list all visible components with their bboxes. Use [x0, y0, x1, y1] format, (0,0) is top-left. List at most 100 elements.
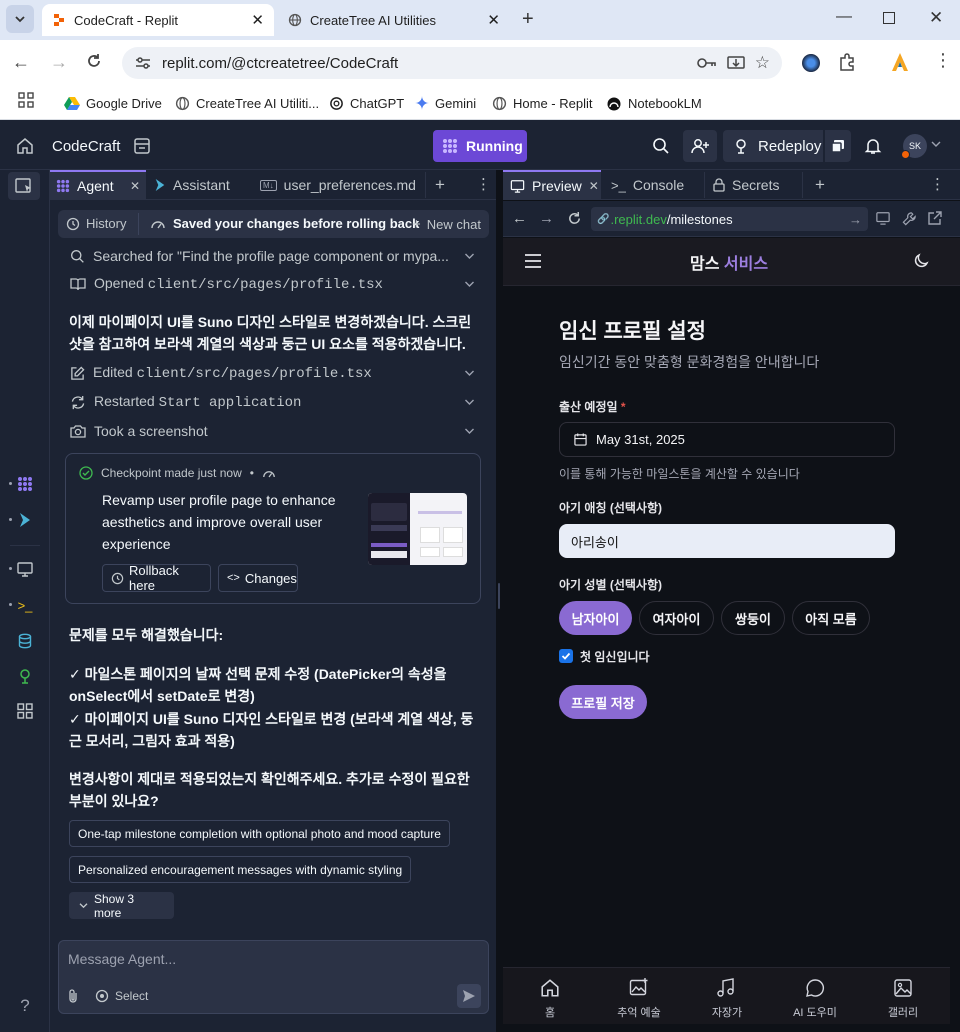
first-pregnancy-checkbox[interactable]: [559, 649, 573, 663]
step-edited[interactable]: Edited client/src/pages/profile.tsx: [70, 362, 475, 384]
bookmark-google-drive[interactable]: Google Drive: [64, 93, 162, 113]
hamburger-menu-icon[interactable]: [524, 253, 542, 269]
rail-deployments-icon[interactable]: [14, 665, 36, 687]
gender-option-boy[interactable]: 남자아이: [559, 601, 632, 635]
new-tab-plus-icon[interactable]: +: [815, 175, 825, 195]
password-key-icon[interactable]: [696, 56, 717, 70]
tab-options-icon[interactable]: ⋮: [930, 175, 945, 193]
nav-lullaby-music-icon[interactable]: [717, 978, 735, 998]
nav-ai-helper-label[interactable]: AI 도우미: [780, 1004, 850, 1020]
tab-options-icon[interactable]: ⋮: [476, 175, 491, 193]
file-tree-toggle[interactable]: [8, 172, 40, 200]
changes-button[interactable]: <> Changes: [218, 564, 298, 592]
apps-grid-icon[interactable]: [18, 92, 34, 108]
device-size-icon[interactable]: [875, 211, 891, 225]
tab-agent[interactable]: Agent ✕: [50, 170, 146, 200]
deployments-toggle[interactable]: [825, 130, 851, 162]
new-tab-plus-icon[interactable]: +: [435, 175, 445, 195]
devtools-wrench-icon[interactable]: [902, 211, 917, 226]
maximize-icon[interactable]: [883, 12, 895, 24]
preview-reload-icon[interactable]: [567, 211, 582, 226]
nav-memory-art-label[interactable]: 추억 예술: [604, 1004, 674, 1020]
home-icon[interactable]: [16, 137, 34, 155]
close-tab-icon[interactable]: ✕: [487, 11, 500, 29]
step-opened[interactable]: Opened client/src/pages/profile.tsx: [70, 273, 475, 295]
back-icon[interactable]: ←: [12, 52, 30, 73]
site-info-icon[interactable]: [134, 55, 152, 71]
bell-icon[interactable]: [864, 137, 882, 155]
attach-paperclip-icon[interactable]: [66, 988, 80, 1004]
rollback-button[interactable]: Rollback here: [102, 563, 211, 593]
gender-option-girl[interactable]: 여자아이: [639, 601, 714, 635]
close-tab-icon[interactable]: ✕: [589, 179, 599, 193]
rail-all-tools-icon[interactable]: [14, 700, 36, 722]
bookmark-star-icon[interactable]: ☆: [755, 53, 770, 73]
tab-secrets[interactable]: Secrets: [713, 170, 779, 200]
due-date-picker[interactable]: May 31st, 2025: [559, 422, 895, 457]
chevron-down-icon[interactable]: [931, 140, 941, 148]
rail-preview-icon[interactable]: [14, 558, 36, 580]
preview-forward-icon[interactable]: →: [539, 210, 554, 227]
gender-option-twins[interactable]: 쌍둥이: [721, 601, 785, 635]
redeploy-button[interactable]: Redeploy: [723, 130, 823, 162]
new-tab-icon[interactable]: +: [522, 8, 534, 31]
tab-user-preferences[interactable]: M↓ user_preferences.md: [260, 170, 416, 200]
tab-search-icon[interactable]: [6, 5, 34, 33]
minimize-icon[interactable]: —: [836, 8, 852, 26]
reload-icon[interactable]: [86, 53, 102, 69]
browser-tab-createtree[interactable]: CreateTree AI Utilities ✕: [278, 4, 510, 36]
profile-a-icon[interactable]: [891, 52, 909, 72]
bookmark-chatgpt[interactable]: ChatGPT: [329, 93, 404, 113]
nav-gallery-icon[interactable]: [893, 978, 913, 998]
gender-option-unknown[interactable]: 아직 모름: [792, 601, 870, 635]
preview-back-icon[interactable]: ←: [512, 210, 527, 227]
browser-tab-codecraft[interactable]: CodeCraft - Replit ✕: [42, 4, 274, 36]
extensions-puzzle-icon[interactable]: [838, 53, 856, 71]
nav-lullaby-label[interactable]: 자장가: [692, 1004, 762, 1020]
show-more-button[interactable]: Show 3 more: [69, 892, 174, 920]
suggestion-chip[interactable]: Personalized encouragement messages with…: [69, 856, 412, 883]
open-new-window-icon[interactable]: [928, 211, 942, 225]
step-screenshot[interactable]: Took a screenshot: [70, 420, 475, 442]
nav-memory-art-icon[interactable]: [629, 977, 649, 997]
go-arrow-icon[interactable]: →: [849, 212, 862, 227]
new-chat-button[interactable]: + New chat: [412, 216, 481, 233]
invite-button[interactable]: [683, 130, 717, 162]
nav-home-label[interactable]: 홈: [515, 1004, 585, 1020]
tab-preview[interactable]: Preview ✕: [503, 170, 601, 200]
extension-profile-icon[interactable]: [802, 54, 820, 72]
history-button[interactable]: History: [66, 216, 126, 231]
close-tab-icon[interactable]: ✕: [251, 11, 264, 29]
project-name[interactable]: CodeCraft: [52, 138, 120, 155]
forward-icon[interactable]: →: [50, 52, 68, 73]
bookmark-createtree[interactable]: CreateTree AI Utiliti...: [175, 93, 319, 113]
nav-ai-chat-icon[interactable]: [805, 978, 825, 998]
bookmark-notebooklm[interactable]: NotebookLM: [606, 93, 702, 113]
rail-console-icon[interactable]: >_: [14, 594, 36, 616]
tab-assistant[interactable]: Assistant: [154, 170, 230, 200]
project-info-icon[interactable]: [133, 137, 151, 155]
step-searched[interactable]: Searched for "Find the profile page comp…: [70, 245, 475, 267]
close-window-icon[interactable]: ✕: [929, 8, 943, 28]
address-bar[interactable]: replit.com/@ctcreatetree/CodeCraft ☆: [122, 47, 782, 79]
dark-mode-moon-icon[interactable]: [913, 253, 929, 269]
send-button[interactable]: [457, 984, 481, 1008]
install-app-icon[interactable]: [727, 55, 745, 71]
rail-assistant-icon[interactable]: [14, 509, 36, 531]
nav-gallery-label[interactable]: 갤러리: [868, 1004, 938, 1020]
suggestion-chip[interactable]: One-tap milestone completion with option…: [69, 820, 450, 847]
app-brand[interactable]: 맘스 서비스: [690, 250, 768, 274]
close-tab-icon[interactable]: ✕: [130, 179, 140, 193]
rail-agent-icon[interactable]: [14, 473, 36, 495]
bookmark-gemini[interactable]: Gemini: [415, 93, 476, 113]
step-restarted[interactable]: Restarted Start application: [70, 391, 475, 413]
rail-database-icon[interactable]: [14, 630, 36, 652]
nickname-input[interactable]: 아리송이: [559, 524, 895, 558]
select-element-button[interactable]: Select: [95, 989, 148, 1003]
save-profile-button[interactable]: 프로필 저장: [559, 685, 647, 719]
preview-url-bar[interactable]: 🔗 .replit.dev /milestones →: [591, 207, 868, 231]
help-icon[interactable]: ?: [14, 995, 36, 1017]
search-icon[interactable]: [652, 137, 670, 155]
bookmark-home-replit[interactable]: Home - Replit: [492, 93, 592, 113]
browser-menu-icon[interactable]: ⋮: [934, 50, 952, 71]
